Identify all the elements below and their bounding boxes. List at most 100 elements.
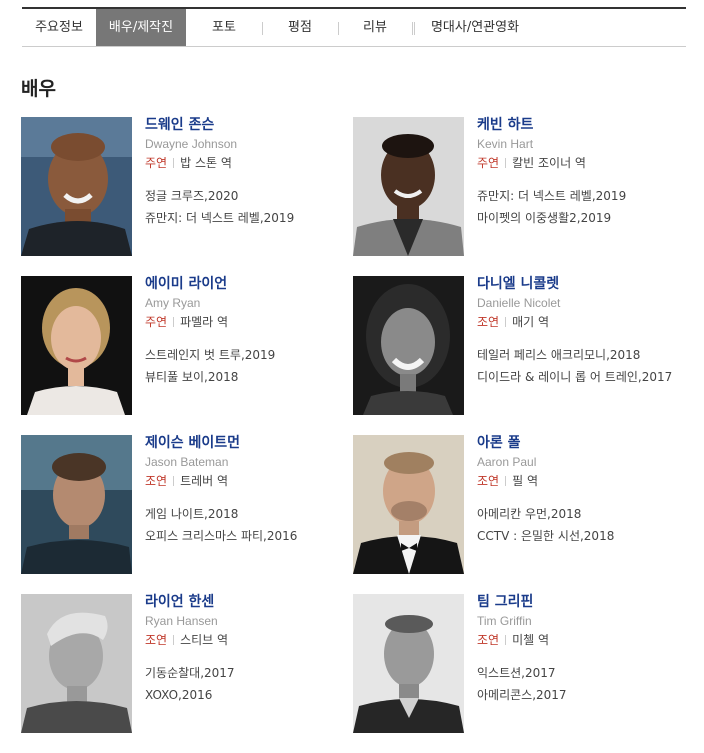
role-divider <box>505 476 507 486</box>
film-item[interactable]: 테일러 페리스 애크리모니,2018 <box>477 344 677 366</box>
actor-name-english: Amy Ryan <box>145 296 201 310</box>
film-item[interactable]: 쥬만지: 더 넥스트 레벨,2019 <box>145 207 345 229</box>
actor-role: 조연 매기 역 <box>477 314 677 330</box>
filmography: 아메리칸 우먼,2018 CCTV : 은밀한 시선,2018 <box>477 503 677 547</box>
actor-role: 조연 트레버 역 <box>145 473 345 489</box>
tab-main-info[interactable]: 주요정보 <box>22 9 96 46</box>
actor-role: 주연 밥 스톤 역 <box>145 155 345 171</box>
role-divider <box>505 317 507 327</box>
actor-card: 케빈 하트 Kevin Hart 주연 칼빈 조이너 역 쥬만지: 더 넥스트 레… <box>353 117 683 257</box>
actor-photo[interactable] <box>21 594 132 733</box>
actor-name[interactable]: 에이미 라이언 <box>145 276 345 293</box>
film-item[interactable]: 아메리칸 우먼,2018 <box>477 503 677 525</box>
role-divider <box>173 158 175 168</box>
role-divider <box>173 476 175 486</box>
film-item[interactable]: XOXO,2016 <box>145 684 345 706</box>
film-item[interactable]: CCTV : 은밀한 시선,2018 <box>477 525 677 547</box>
actor-card: 드웨인 존슨 Dwayne Johnson 주연 밥 스톤 역 정글 크루즈,20… <box>21 117 351 257</box>
actor-photo[interactable] <box>353 435 464 574</box>
film-item[interactable]: 아메리콘스,2017 <box>477 684 677 706</box>
tab-review[interactable]: 리뷰 <box>338 9 412 46</box>
role-name: 트레버 역 <box>180 474 229 488</box>
role-type: 주연 <box>145 315 168 329</box>
actor-name[interactable]: 다니엘 니콜렛 <box>477 276 677 293</box>
actor-card: 아론 폴 Aaron Paul 조연 필 역 아메리칸 우먼,2018 CCTV … <box>353 435 683 575</box>
film-item[interactable]: 디이드라 & 레이니 롭 어 트레인,2017 <box>477 369 677 386</box>
actor-name[interactable]: 제이슨 베이트먼 <box>145 435 345 452</box>
actor-role: 조연 필 역 <box>477 473 677 489</box>
actor-info: 드웨인 존슨 Dwayne Johnson 주연 밥 스톤 역 정글 크루즈,20… <box>145 117 345 229</box>
film-item[interactable]: 마이펫의 이중생활2,2019 <box>477 207 677 229</box>
role-type: 조연 <box>145 474 168 488</box>
actor-info: 에이미 라이언 Amy Ryan 주연 파멜라 역 스트레인지 벗 트루,2019… <box>145 276 345 388</box>
actor-card: 다니엘 니콜렛 Danielle Nicolet 조연 매기 역 테일러 페리스 … <box>353 276 683 416</box>
film-item[interactable]: 정글 크루즈,2020 <box>145 185 345 207</box>
actor-role: 조연 미첼 역 <box>477 632 677 648</box>
tab-quotes-related[interactable]: 명대사/연관영화 <box>414 9 536 46</box>
role-name: 밥 스톤 역 <box>180 156 232 170</box>
filmography: 스트레인지 벗 트루,2019 뷰티풀 보이,2018 <box>145 344 345 388</box>
actor-info: 다니엘 니콜렛 Danielle Nicolet 조연 매기 역 테일러 페리스 … <box>477 276 677 386</box>
role-type: 주연 <box>477 156 500 170</box>
actor-card: 에이미 라이언 Amy Ryan 주연 파멜라 역 스트레인지 벗 트루,2019… <box>21 276 351 416</box>
role-name: 파멜라 역 <box>180 315 229 329</box>
actor-name-english: Jason Bateman <box>145 455 229 469</box>
film-item[interactable]: 스트레인지 벗 트루,2019 <box>145 344 345 366</box>
role-divider <box>505 158 507 168</box>
actor-photo[interactable] <box>21 117 132 256</box>
role-name: 스티브 역 <box>180 633 229 647</box>
actor-info: 제이슨 베이트먼 Jason Bateman 조연 트레버 역 게임 나이트,20… <box>145 435 345 547</box>
actor-role: 주연 칼빈 조이너 역 <box>477 155 677 171</box>
actor-name[interactable]: 케빈 하트 <box>477 117 677 134</box>
actor-name-english: Aaron Paul <box>477 455 537 469</box>
actor-photo[interactable] <box>353 594 464 733</box>
filmography: 게임 나이트,2018 오피스 크리스마스 파티,2016 <box>145 503 345 547</box>
actor-name[interactable]: 아론 폴 <box>477 435 677 452</box>
film-item[interactable]: 쥬만지: 더 넥스트 레벨,2019 <box>477 185 677 207</box>
role-name: 필 역 <box>512 474 538 488</box>
actor-card: 팀 그리핀 Tim Griffin 조연 미첼 역 익스트션,2017 아메리콘스… <box>353 594 683 734</box>
filmography: 익스트션,2017 아메리콘스,2017 <box>477 662 677 706</box>
actor-card: 제이슨 베이트먼 Jason Bateman 조연 트레버 역 게임 나이트,20… <box>21 435 351 575</box>
role-name: 매기 역 <box>512 315 550 329</box>
tab-photo[interactable]: 포토 <box>186 9 262 46</box>
tab-rating[interactable]: 평점 <box>262 9 338 46</box>
filmography: 테일러 페리스 애크리모니,2018 디이드라 & 레이니 롭 어 트레인,20… <box>477 344 677 386</box>
actor-name-english: Dwayne Johnson <box>145 137 238 151</box>
actor-info: 케빈 하트 Kevin Hart 주연 칼빈 조이너 역 쥬만지: 더 넥스트 레… <box>477 117 677 229</box>
role-type: 조연 <box>477 474 500 488</box>
actor-name[interactable]: 라이언 한센 <box>145 594 345 611</box>
tab-divider <box>412 22 413 35</box>
role-divider <box>173 317 175 327</box>
film-item[interactable]: 익스트션,2017 <box>477 662 677 684</box>
actor-name[interactable]: 드웨인 존슨 <box>145 117 345 134</box>
actor-role: 주연 파멜라 역 <box>145 314 345 330</box>
actor-role: 조연 스티브 역 <box>145 632 345 648</box>
actor-info: 라이언 한센 Ryan Hansen 조연 스티브 역 기동순찰대,2017 XO… <box>145 594 345 706</box>
actor-name[interactable]: 팀 그리핀 <box>477 594 677 611</box>
role-divider <box>505 635 507 645</box>
actor-photo[interactable] <box>353 276 464 415</box>
actor-name-english: Tim Griffin <box>477 614 532 628</box>
role-type: 조연 <box>477 633 500 647</box>
section-title: 배우 <box>21 78 56 100</box>
role-type: 조연 <box>477 315 500 329</box>
film-item[interactable]: 뷰티풀 보이,2018 <box>145 366 345 388</box>
actor-card: 라이언 한센 Ryan Hansen 조연 스티브 역 기동순찰대,2017 XO… <box>21 594 351 734</box>
actor-name-english: Kevin Hart <box>477 137 534 151</box>
actor-photo[interactable] <box>353 117 464 256</box>
role-divider <box>173 635 175 645</box>
role-name: 미첼 역 <box>512 633 550 647</box>
actor-photo[interactable] <box>21 435 132 574</box>
film-item[interactable]: 기동순찰대,2017 <box>145 662 345 684</box>
actor-info: 팀 그리핀 Tim Griffin 조연 미첼 역 익스트션,2017 아메리콘스… <box>477 594 677 706</box>
actor-photo[interactable] <box>21 276 132 415</box>
filmography: 쥬만지: 더 넥스트 레벨,2019 마이펫의 이중생활2,2019 <box>477 185 677 229</box>
role-type: 조연 <box>145 633 168 647</box>
tab-cast-crew[interactable]: 배우/제작진 <box>96 9 186 46</box>
actor-name-english: Danielle Nicolet <box>477 296 561 310</box>
tab-bar: 주요정보 배우/제작진 포토 평점 리뷰 명대사/연관영화 <box>22 7 686 47</box>
film-item[interactable]: 오피스 크리스마스 파티,2016 <box>145 525 345 547</box>
film-item[interactable]: 게임 나이트,2018 <box>145 503 345 525</box>
actor-name-english: Ryan Hansen <box>145 614 218 628</box>
